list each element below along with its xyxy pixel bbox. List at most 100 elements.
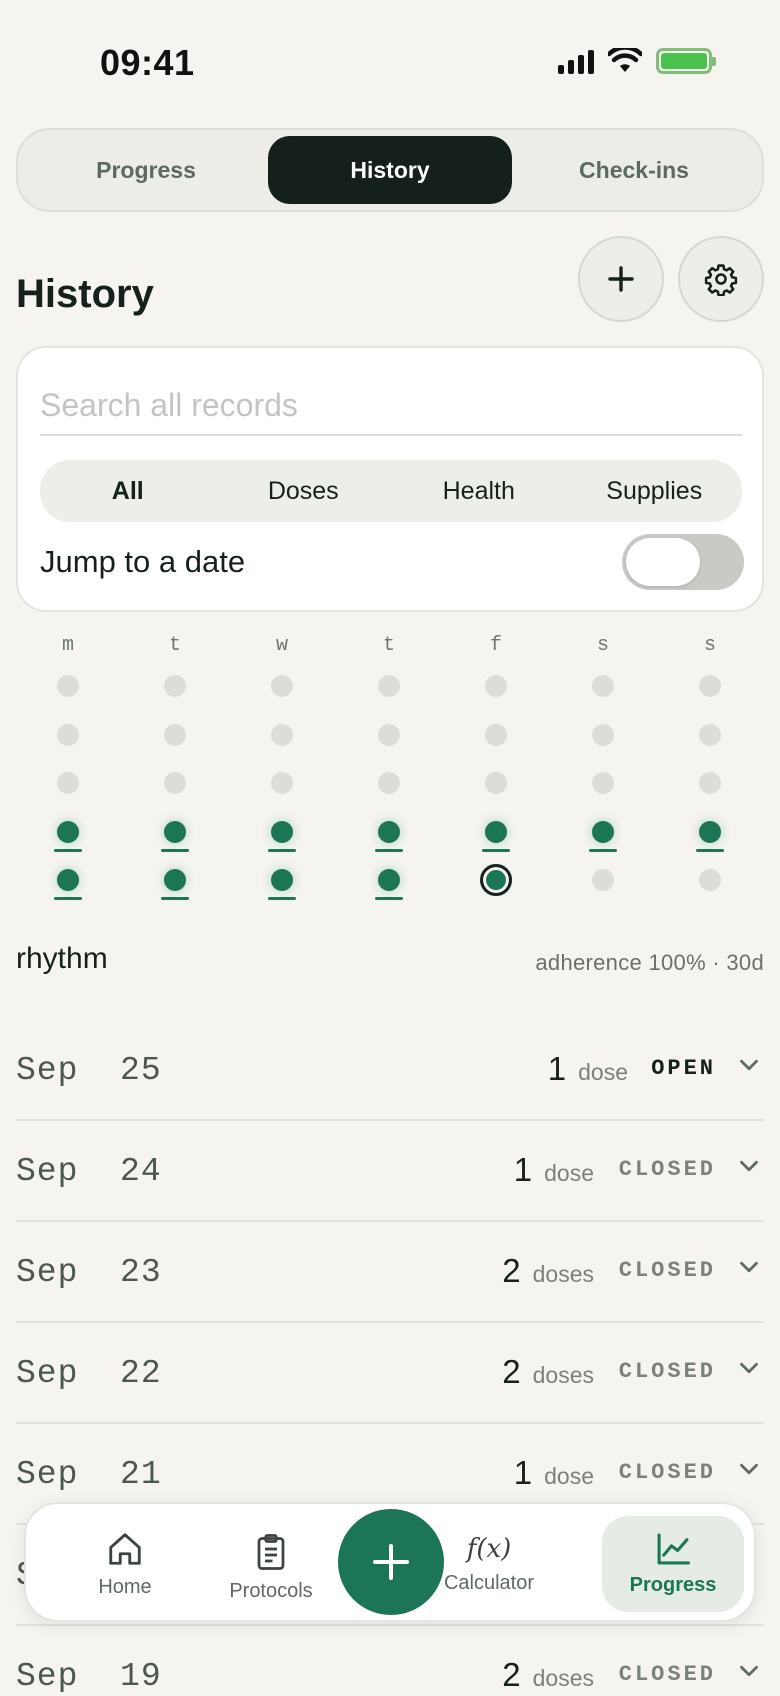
rhythm-dot[interactable] (485, 772, 507, 794)
rhythm-dot[interactable] (699, 869, 721, 891)
settings-button[interactable] (678, 236, 764, 322)
history-date: Sep 23 (16, 1254, 162, 1291)
search-input[interactable] (40, 376, 742, 436)
chevron-down-icon[interactable] (734, 1353, 764, 1383)
status-badge: OPEN (651, 1056, 716, 1081)
history-row[interactable]: Sep 24 1 dose CLOSED (16, 1121, 764, 1222)
tab-history[interactable]: History (268, 136, 512, 204)
nav-protocols[interactable]: Protocols (206, 1504, 336, 1624)
rhythm-dot[interactable] (375, 821, 403, 852)
clipboard-icon (257, 1533, 285, 1570)
rhythm-dot[interactable] (592, 869, 614, 891)
rhythm-dot[interactable] (696, 821, 724, 852)
rhythm-dot[interactable] (271, 772, 293, 794)
rhythm-dot[interactable] (592, 724, 614, 746)
plus-icon (373, 1544, 409, 1580)
rhythm-dot[interactable] (161, 869, 189, 900)
record-filter: All Doses Health Supplies (40, 460, 742, 522)
rhythm-dot-today[interactable] (480, 864, 512, 896)
chevron-down-icon[interactable] (734, 1656, 764, 1686)
dose-count-unit: dose (578, 1059, 628, 1085)
rhythm-dot[interactable] (482, 821, 510, 852)
rhythm-dot[interactable] (54, 821, 82, 852)
history-row[interactable]: Sep 22 2 doses CLOSED (16, 1323, 764, 1424)
rhythm-dot[interactable] (378, 724, 400, 746)
rhythm-dot[interactable] (54, 869, 82, 900)
dose-count-unit: doses (532, 1362, 594, 1388)
battery-icon (656, 48, 716, 74)
rhythm-dot[interactable] (271, 724, 293, 746)
nav-calculator[interactable]: f(x) Calculator (428, 1504, 550, 1624)
nav-calculator-label: Calculator (443, 1571, 535, 1594)
chart-icon (657, 1533, 690, 1564)
dose-count-unit: dose (544, 1463, 594, 1489)
dose-count-unit: doses (532, 1665, 594, 1691)
nav-home-label: Home (98, 1575, 152, 1598)
rhythm-dot[interactable] (699, 675, 721, 697)
weekday-label: m (61, 634, 74, 657)
weekday-labels: mtwtfss (16, 634, 764, 664)
jump-to-date-toggle[interactable] (622, 534, 744, 590)
weekday-label: f (489, 634, 502, 657)
tab-progress[interactable]: Progress (24, 136, 268, 204)
filter-health[interactable]: Health (391, 477, 567, 506)
weekday-label: w (275, 634, 288, 657)
weekday-label: s (596, 634, 609, 657)
rhythm-dot[interactable] (485, 675, 507, 697)
history-date: Sep 22 (16, 1355, 162, 1392)
history-row[interactable]: Sep 23 2 doses CLOSED (16, 1222, 764, 1323)
chevron-down-icon[interactable] (734, 1050, 764, 1080)
status-badge: CLOSED (618, 1662, 716, 1687)
dose-count-number: 2 (502, 1252, 521, 1289)
dose-count: 1 dose (548, 1050, 628, 1088)
function-icon: f(x) (466, 1533, 512, 1564)
tab-check-ins[interactable]: Check-ins (512, 136, 756, 204)
rhythm-dot[interactable] (57, 772, 79, 794)
chevron-down-icon[interactable] (734, 1252, 764, 1282)
rhythm-dot[interactable] (699, 724, 721, 746)
history-row[interactable]: Sep 25 1 dose OPEN (16, 1020, 764, 1121)
dose-count-number: 2 (502, 1656, 521, 1693)
rhythm-dot[interactable] (592, 675, 614, 697)
filter-doses[interactable]: Doses (216, 477, 392, 506)
nav-progress[interactable]: Progress (602, 1516, 744, 1612)
nav-progress-label: Progress (629, 1573, 717, 1596)
adherence-summary: adherence 100% · 30d (535, 950, 764, 975)
rhythm-title: rhythm (16, 942, 108, 975)
home-icon (109, 1532, 141, 1565)
chevron-down-icon[interactable] (734, 1454, 764, 1484)
rhythm-dot[interactable] (164, 772, 186, 794)
rhythm-dot[interactable] (378, 772, 400, 794)
rhythm-dot[interactable] (485, 724, 507, 746)
add-record-button[interactable] (578, 236, 664, 322)
rhythm-dot[interactable] (271, 675, 293, 697)
rhythm-dot[interactable] (268, 869, 296, 900)
filter-supplies[interactable]: Supplies (567, 477, 743, 506)
dose-count-number: 1 (513, 1151, 533, 1188)
weekday-label: t (382, 634, 395, 657)
nav-home[interactable]: Home (70, 1504, 180, 1624)
rhythm-dot[interactable] (589, 821, 617, 852)
rhythm-dot[interactable] (268, 821, 296, 852)
rhythm-dot[interactable] (164, 724, 186, 746)
status-time: 09:41 (100, 42, 195, 83)
chevron-down-icon[interactable] (734, 1151, 764, 1181)
nav-protocols-label: Protocols (229, 1579, 313, 1602)
rhythm-dot[interactable] (375, 869, 403, 900)
weekday-label: s (703, 634, 716, 657)
rhythm-dot[interactable] (57, 675, 79, 697)
dose-count: 1 dose (514, 1151, 594, 1189)
rhythm-dot[interactable] (592, 772, 614, 794)
rhythm-dot[interactable] (57, 724, 79, 746)
rhythm-dot[interactable] (164, 675, 186, 697)
filter-all[interactable]: All (40, 477, 216, 506)
gear-icon (704, 264, 738, 296)
rhythm-dot[interactable] (161, 821, 189, 852)
search-card: All Doses Health Supplies Jump to a date (16, 346, 764, 612)
rhythm-dot[interactable] (378, 675, 400, 697)
dose-count-number: 1 (513, 1454, 533, 1491)
dose-count-unit: dose (544, 1160, 594, 1186)
rhythm-dot[interactable] (699, 772, 721, 794)
status-icons (558, 48, 716, 74)
history-row[interactable]: Sep 19 2 doses CLOSED (16, 1626, 764, 1696)
